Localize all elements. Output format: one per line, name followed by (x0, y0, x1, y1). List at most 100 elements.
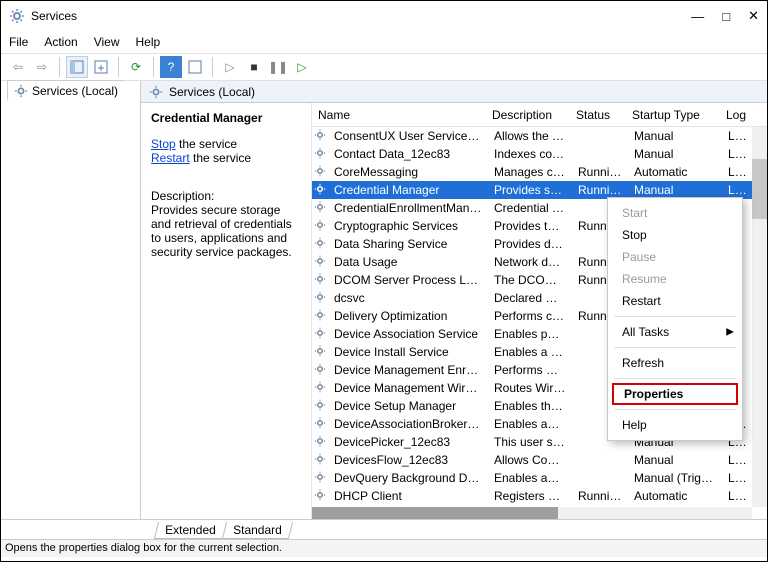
menu-action[interactable]: Action (44, 35, 77, 49)
gear-icon (314, 165, 328, 180)
service-name: Device Setup Manager (328, 399, 488, 413)
stop-service-button[interactable]: ■ (243, 56, 265, 78)
menu-view[interactable]: View (94, 35, 120, 49)
ctx-refresh[interactable]: Refresh (608, 352, 742, 374)
ctx-restart[interactable]: Restart (608, 290, 742, 312)
service-log-on-as: Local (722, 129, 752, 143)
export-list-button[interactable] (90, 56, 112, 78)
show-hide-tree-button[interactable] (66, 56, 88, 78)
col-log-on-as[interactable]: Log On As (720, 108, 750, 122)
service-status: Running (572, 183, 628, 197)
service-row[interactable]: DevQuery Background Disc...Enables app..… (312, 469, 767, 487)
service-startup-type: Manual (628, 147, 722, 161)
view-tabs: Extended Standard (1, 519, 767, 539)
forward-button[interactable]: ⇨ (31, 56, 53, 78)
gear-icon (314, 399, 328, 414)
service-startup-type: Manual (628, 129, 722, 143)
back-button[interactable]: ⇦ (7, 56, 29, 78)
gear-icon (149, 85, 163, 99)
restart-service-link[interactable]: Restart (151, 151, 190, 165)
service-name: Cryptographic Services (328, 219, 488, 233)
service-startup-type: Manual (Trigg... (628, 471, 722, 485)
start-service-button[interactable]: ▷ (219, 56, 241, 78)
properties-button[interactable] (184, 56, 206, 78)
menu-help[interactable]: Help (136, 35, 161, 49)
col-name[interactable]: Name (312, 108, 486, 122)
list-header: Services (Local) (141, 81, 767, 103)
service-log-on-as: Local (722, 471, 752, 485)
tab-standard[interactable]: Standard (222, 522, 293, 539)
col-status[interactable]: Status (570, 108, 626, 122)
service-name: Device Management Enroll... (328, 363, 488, 377)
gear-icon (314, 471, 328, 486)
gear-icon (314, 453, 328, 468)
service-name: Device Install Service (328, 345, 488, 359)
service-description: Registers an... (488, 489, 572, 503)
gear-icon (314, 381, 328, 396)
refresh-button[interactable]: ⟳ (125, 56, 147, 78)
close-button[interactable]: ✕ (748, 8, 759, 24)
service-description: The DCOML... (488, 273, 572, 287)
stop-service-link[interactable]: Stop (151, 137, 176, 151)
service-name: Data Sharing Service (328, 237, 488, 251)
service-startup-type: Manual (628, 453, 722, 467)
gear-icon (314, 255, 328, 270)
service-name: CoreMessaging (328, 165, 488, 179)
service-log-on-as: Local (722, 489, 752, 503)
service-row[interactable]: DHCP ClientRegisters an...RunningAutomat… (312, 487, 767, 505)
scrollbar-thumb[interactable] (752, 159, 767, 219)
gear-icon (314, 129, 328, 144)
gear-icon (314, 273, 328, 288)
tab-extended[interactable]: Extended (154, 522, 227, 539)
service-log-on-as: Local (722, 165, 752, 179)
detail-pane: Credential Manager Stop the service Rest… (141, 103, 311, 519)
ctx-stop[interactable]: Stop (608, 224, 742, 246)
service-row[interactable]: DevicesFlow_12ec83Allows Conn...ManualLo… (312, 451, 767, 469)
service-description: Performs De... (488, 363, 572, 377)
ctx-pause: Pause (608, 246, 742, 268)
service-log-on-as: Local (722, 183, 752, 197)
service-row[interactable]: CoreMessagingManages co...RunningAutomat… (312, 163, 767, 181)
toolbar: ⇦ ⇨ ⟳ ? ▷ ■ ❚❚ ▷ (1, 53, 767, 81)
service-startup-type: Manual (628, 183, 722, 197)
service-description: Enables app... (488, 417, 572, 431)
horizontal-scrollbar[interactable] (312, 507, 752, 519)
gear-icon (314, 183, 328, 198)
service-name: Device Management Wireles... (328, 381, 488, 395)
ctx-properties[interactable]: Properties (612, 383, 738, 405)
vertical-scrollbar[interactable] (752, 127, 767, 507)
list-header-label: Services (Local) (169, 85, 255, 99)
help-button[interactable]: ? (160, 56, 182, 78)
col-startup-type[interactable]: Startup Type (626, 108, 720, 122)
chevron-right-icon: ▶ (726, 327, 734, 338)
service-name: Contact Data_12ec83 (328, 147, 488, 161)
gear-icon (314, 291, 328, 306)
pause-service-button[interactable]: ❚❚ (267, 56, 289, 78)
service-row[interactable]: Contact Data_12ec83Indexes cont...Manual… (312, 145, 767, 163)
service-name: DeviceAssociationBroker_12... (328, 417, 488, 431)
description-text: Provides secure storage and retrieval of… (151, 203, 301, 259)
service-description: Enables app... (488, 471, 572, 485)
service-description: Routes Wirel... (488, 381, 572, 395)
ctx-help[interactable]: Help (608, 414, 742, 436)
service-name: CredentialEnrollmentManag... (328, 201, 488, 215)
tree-item-label: Services (Local) (32, 84, 118, 98)
column-headers: Name Description Status Startup Type Log… (312, 103, 767, 127)
col-description[interactable]: Description (486, 108, 570, 122)
menu-file[interactable]: File (9, 35, 28, 49)
ctx-all-tasks[interactable]: All Tasks▶ (608, 321, 742, 343)
service-log-on-as: Local (722, 453, 752, 467)
scrollbar-thumb[interactable] (312, 507, 558, 519)
service-name: DevQuery Background Disc... (328, 471, 488, 485)
service-description: Allows the s... (488, 129, 572, 143)
tree-item-services-local[interactable]: Services (Local) (7, 80, 125, 102)
tree-pane: Services (Local) (1, 81, 141, 519)
maximize-button[interactable]: □ (722, 9, 730, 24)
context-menu: Start Stop Pause Resume Restart All Task… (607, 197, 743, 441)
ctx-resume: Resume (608, 268, 742, 290)
service-row[interactable]: ConsentUX User Service_12e...Allows the … (312, 127, 767, 145)
restart-service-button[interactable]: ▷ (291, 56, 313, 78)
minimize-button[interactable]: — (691, 9, 704, 24)
service-name: Delivery Optimization (328, 309, 488, 323)
gear-icon (314, 489, 328, 504)
